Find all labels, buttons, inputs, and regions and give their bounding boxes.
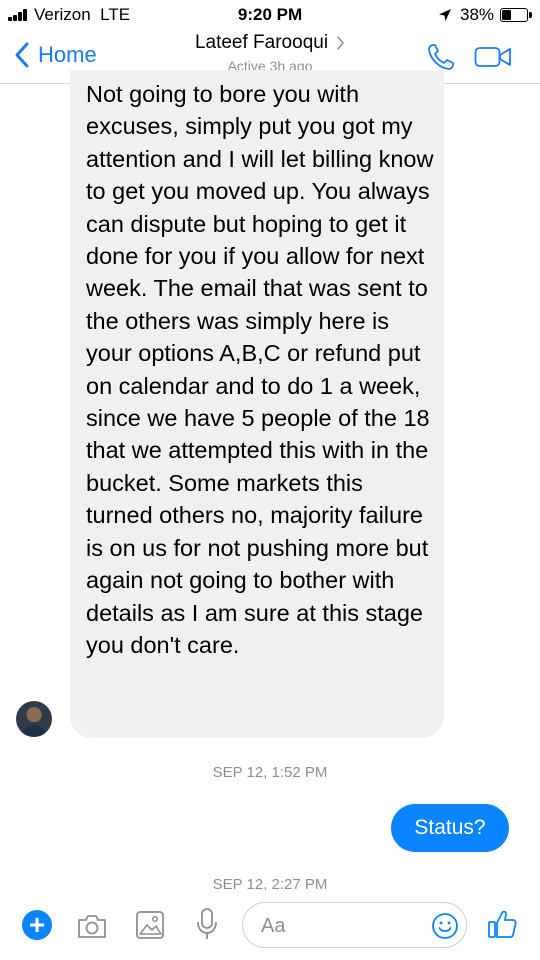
emoji-icon[interactable] bbox=[431, 912, 459, 940]
message-input[interactable]: Aa bbox=[242, 902, 467, 948]
avatar[interactable] bbox=[16, 701, 52, 737]
phone-icon[interactable] bbox=[426, 42, 456, 72]
outgoing-message-bubble[interactable]: Status? bbox=[391, 804, 509, 852]
battery-icon bbox=[500, 8, 528, 22]
message-input-placeholder: Aa bbox=[261, 915, 286, 937]
incoming-message-text: Not going to bore you with excuses, simp… bbox=[86, 81, 434, 658]
timestamp: SEP 12, 1:52 PM bbox=[212, 764, 328, 781]
battery-level bbox=[502, 10, 511, 20]
outgoing-message-text: Status? bbox=[414, 816, 486, 839]
contact-name: Lateef Farooqui bbox=[194, 32, 329, 53]
back-button[interactable]: Home bbox=[14, 40, 97, 70]
battery-cap bbox=[529, 12, 532, 18]
like-icon[interactable] bbox=[486, 908, 518, 940]
camera-icon[interactable] bbox=[76, 912, 108, 940]
mic-icon[interactable] bbox=[195, 907, 219, 941]
back-label: Home bbox=[38, 42, 97, 67]
battery-percent: 38% bbox=[460, 5, 495, 24]
photo-icon[interactable] bbox=[135, 910, 165, 940]
composer-bar: + Aa bbox=[0, 890, 540, 960]
chevron-right-icon bbox=[337, 36, 345, 50]
plus-icon[interactable]: + bbox=[22, 910, 52, 940]
status-time: 9:20 PM bbox=[237, 5, 303, 24]
contact-title[interactable]: Lateef Farooqui Active 3h ago bbox=[150, 32, 390, 74]
location-arrow-icon bbox=[439, 9, 451, 21]
video-icon[interactable] bbox=[474, 45, 512, 69]
chevron-left-icon bbox=[15, 42, 29, 68]
status-bar: Verizon LTE 9:20 PM 38% bbox=[0, 0, 540, 30]
timestamp: SEP 12, 2:27 PM bbox=[212, 876, 328, 890]
